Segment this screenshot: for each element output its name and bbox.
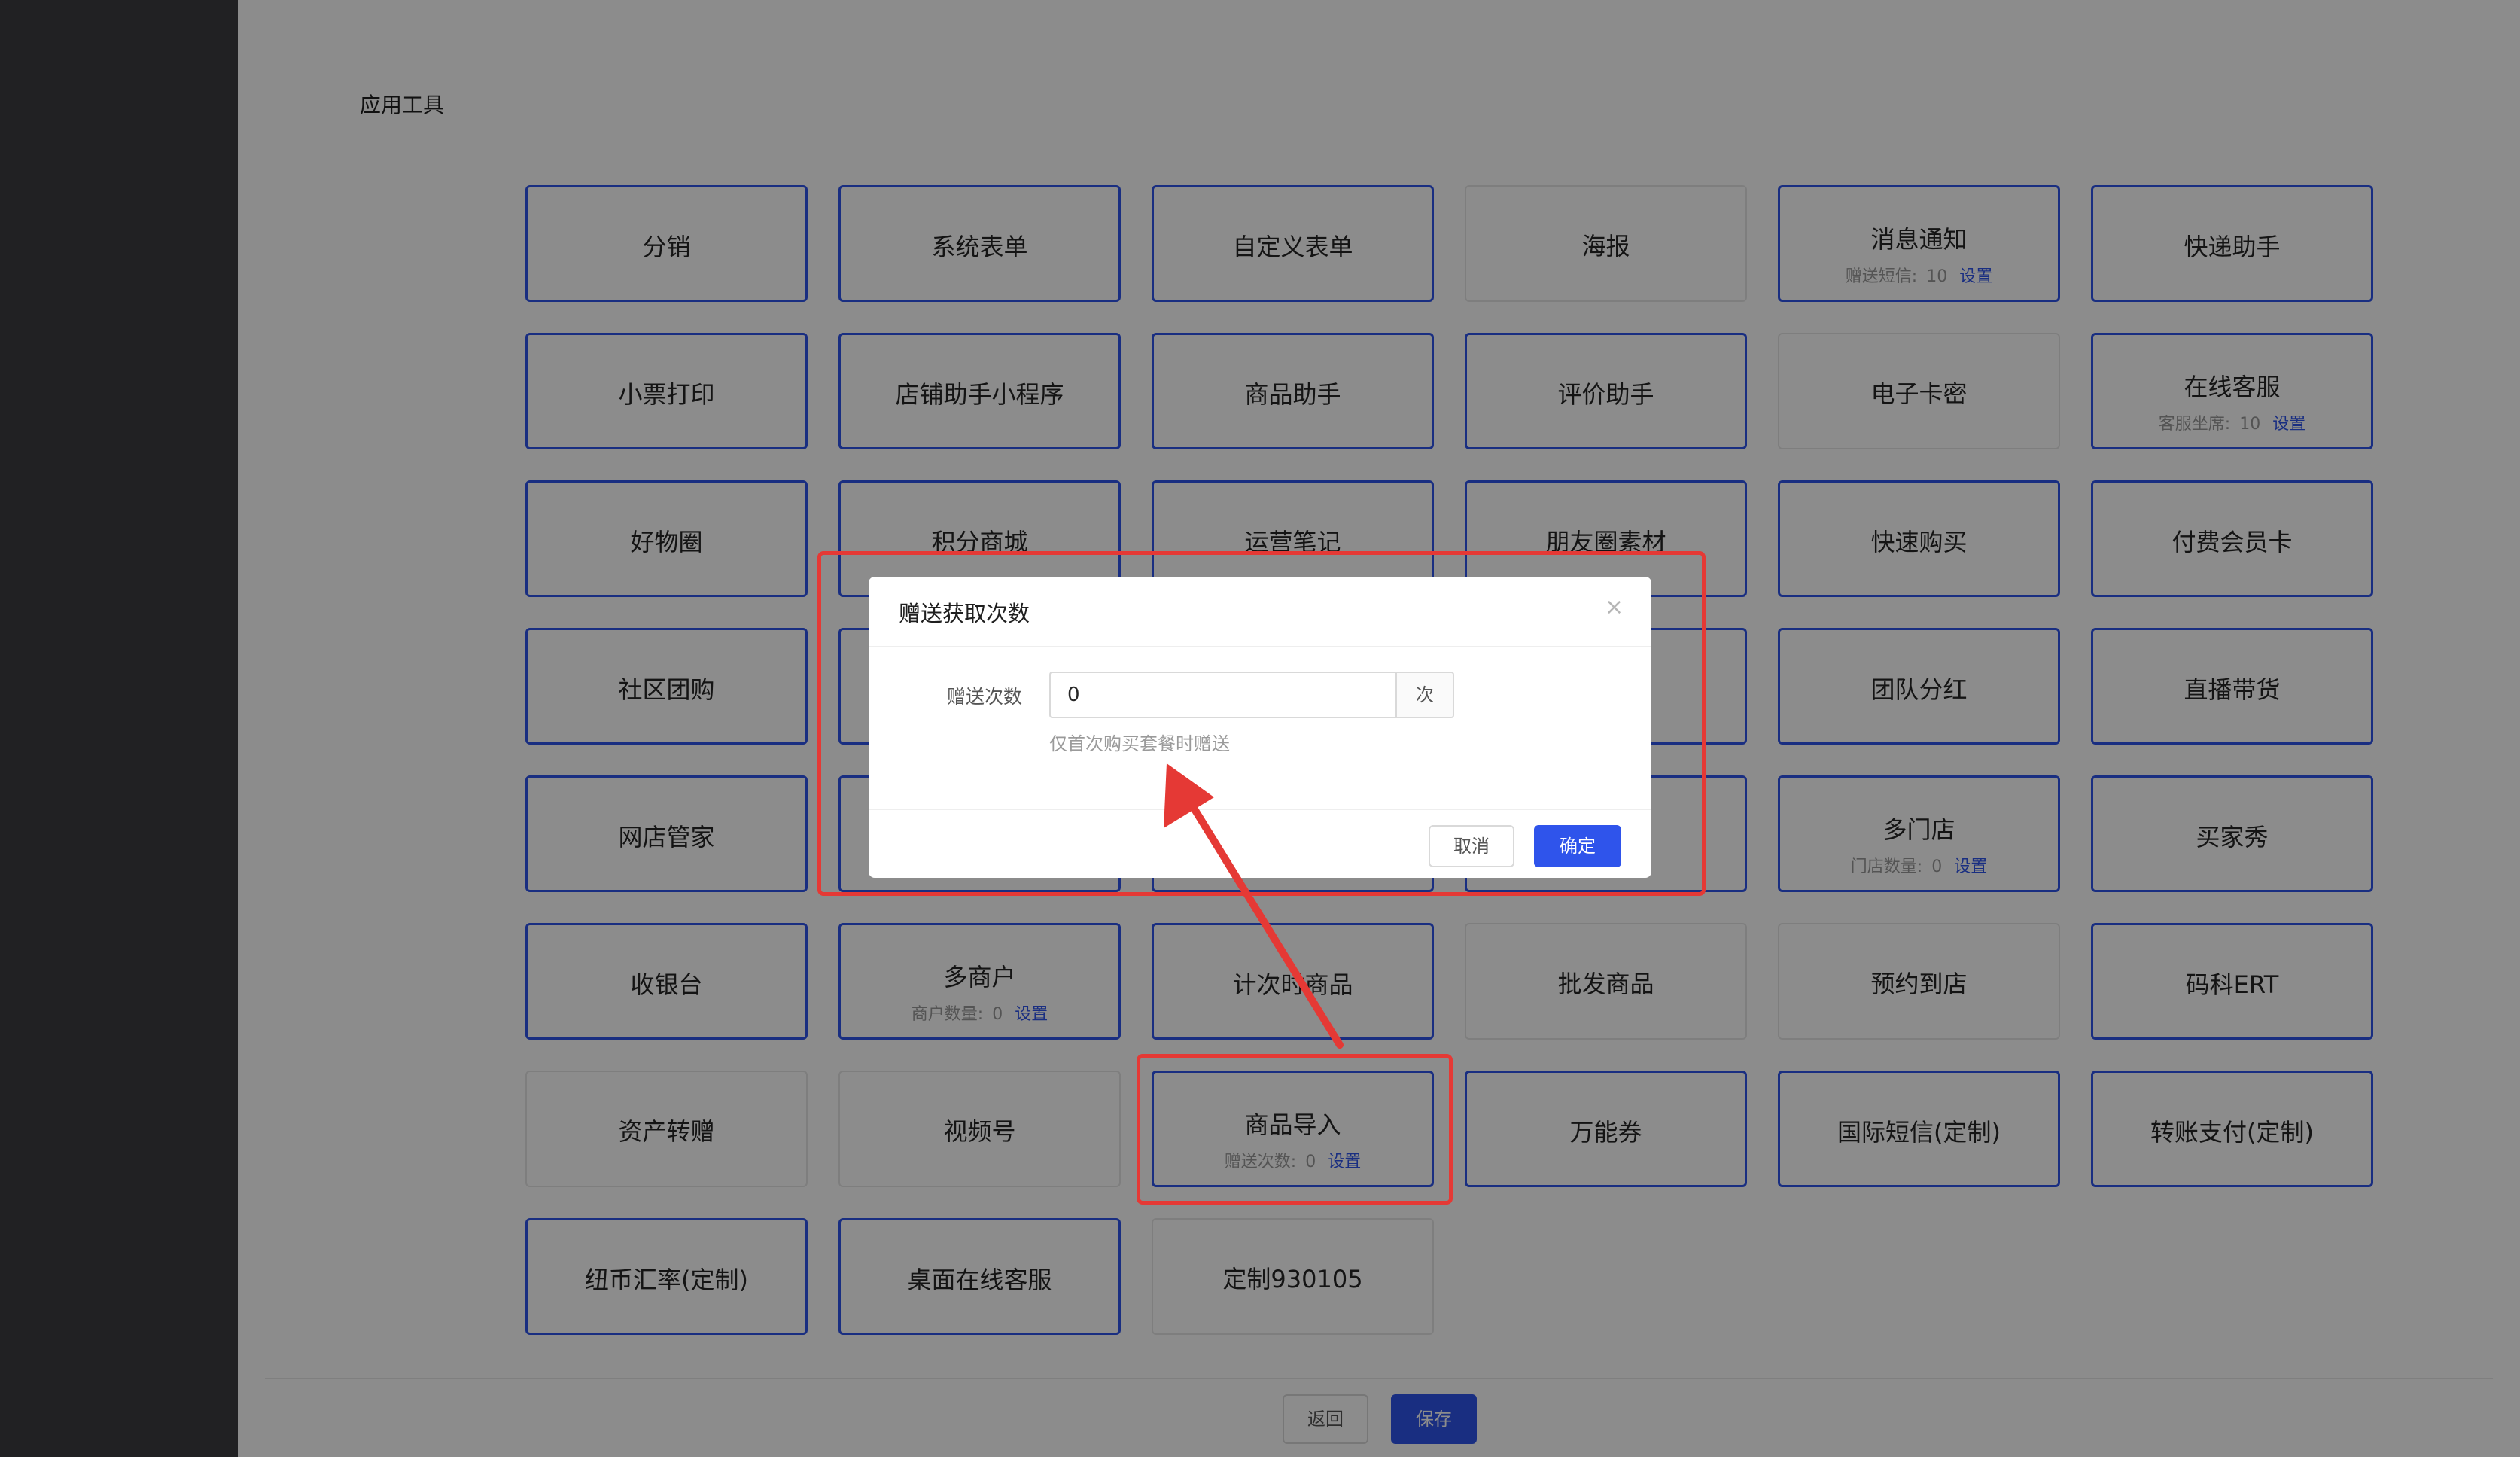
tile-highlight-box	[1137, 1054, 1453, 1205]
dialog-highlight-box	[817, 551, 1706, 896]
